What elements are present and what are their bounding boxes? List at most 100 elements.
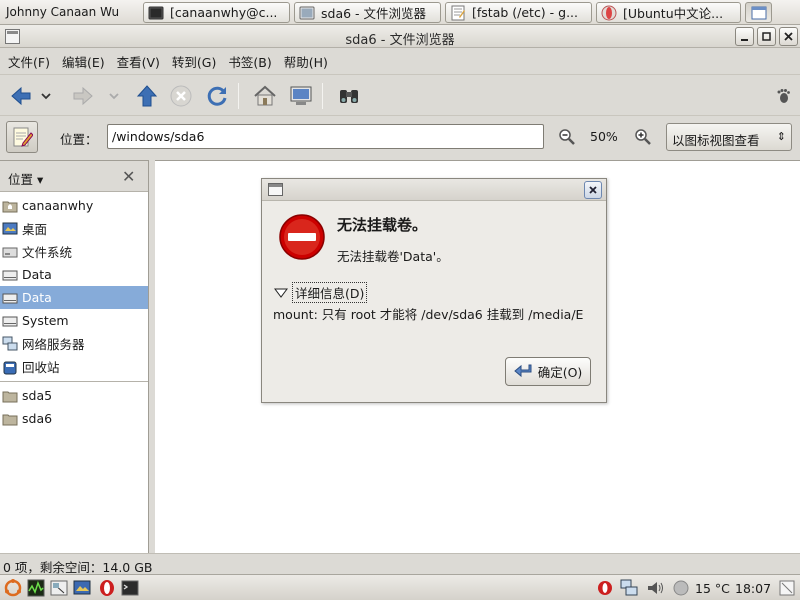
bottom-panel: 15 °C 18:07 xyxy=(0,574,800,600)
details-text: mount: 只有 root 才能将 /dev/sda6 挂载到 /media/… xyxy=(273,307,584,322)
sidebar-item-system[interactable]: System xyxy=(0,309,148,332)
minimize-icon xyxy=(741,39,748,41)
up-button[interactable] xyxy=(134,83,160,109)
sidebar-item-label: 网络服务器 xyxy=(22,337,85,352)
view-mode-select[interactable]: 以图标视图查看 ⇕ xyxy=(666,123,792,151)
side-pane-selector[interactable]: 位置 ▾ xyxy=(8,169,43,188)
task-terminal[interactable]: [canaanwhy@c... xyxy=(143,2,290,23)
toolbar-separator xyxy=(322,83,323,109)
zoom-in-button[interactable] xyxy=(633,127,653,147)
details-expander[interactable]: 详细信息(D) xyxy=(274,282,368,303)
forward-history-button[interactable] xyxy=(106,83,122,109)
network-manager-icon[interactable] xyxy=(596,579,614,597)
task-label: [canaanwhy@c... xyxy=(170,5,278,20)
back-button[interactable] xyxy=(8,83,34,109)
window-title: sda6 - 文件浏览器 xyxy=(345,33,455,48)
triangle-down-icon xyxy=(274,288,288,298)
home-button[interactable] xyxy=(252,83,278,109)
location-input[interactable] xyxy=(107,124,544,149)
opera-browser-icon[interactable] xyxy=(98,579,116,597)
ok-button[interactable]: 确定(O) xyxy=(505,357,591,386)
drive-icon xyxy=(2,316,18,326)
edit-note-icon xyxy=(13,127,33,147)
view-mode-label: 以图标视图查看 xyxy=(672,133,760,148)
network-status-icon[interactable] xyxy=(620,579,638,597)
sidebar-item-label: Data xyxy=(22,290,52,305)
user-name[interactable]: Johnny Canaan Wu xyxy=(6,5,119,19)
desktop-launcher-icon[interactable] xyxy=(73,579,91,597)
side-pane: 位置 ▾ ✕ canaanwhy 桌面 文件系统 Data Data Syste… xyxy=(0,160,149,553)
maximize-button[interactable] xyxy=(757,27,776,46)
forward-button[interactable] xyxy=(70,83,96,109)
terminal-launcher-icon[interactable] xyxy=(121,579,139,597)
file-browser-icon xyxy=(299,6,315,19)
web-browser-icon xyxy=(601,5,617,20)
zoom-out-button[interactable] xyxy=(557,127,577,147)
stop-icon xyxy=(170,85,192,107)
dialog-close-button[interactable] xyxy=(584,181,602,199)
reload-button[interactable] xyxy=(204,83,230,109)
trash-applet-icon[interactable] xyxy=(778,579,796,597)
dialog-primary-text: 无法挂载卷。 xyxy=(337,216,428,234)
back-arrow-icon xyxy=(11,86,31,106)
sidebar-item-data-selected[interactable]: Data xyxy=(0,286,148,309)
system-monitor-icon[interactable] xyxy=(27,579,45,597)
sidebar-item-trash[interactable]: 回收站 xyxy=(0,355,148,378)
computer-button[interactable] xyxy=(288,83,314,109)
activity-indicator xyxy=(772,83,794,109)
sidebar-item-sda6[interactable]: sda6 xyxy=(0,407,148,430)
network-icon xyxy=(2,336,18,350)
ubuntu-logo-icon[interactable] xyxy=(4,579,22,597)
menu-edit[interactable]: 编辑(E) xyxy=(56,52,111,71)
top-panel: Johnny Canaan Wu [canaanwhy@c... sda6 - … xyxy=(0,0,800,25)
task-web-browser[interactable]: [Ubuntu中文论... xyxy=(596,2,741,23)
up-arrow-icon xyxy=(136,85,158,107)
screenshot-tool-icon[interactable] xyxy=(50,579,68,597)
sidebar-item-desktop[interactable]: 桌面 xyxy=(0,217,148,240)
temperature[interactable]: 15 °C xyxy=(695,581,730,596)
clock[interactable]: 18:07 xyxy=(735,581,771,596)
dialog-titlebar[interactable] xyxy=(262,179,606,201)
close-icon xyxy=(589,186,597,194)
ok-label: 确定(O) xyxy=(537,365,583,380)
trash-icon xyxy=(3,361,17,374)
sidebar-item-network[interactable]: 网络服务器 xyxy=(0,332,148,355)
sidebar-item-label: Data xyxy=(22,267,52,282)
drive-icon xyxy=(2,270,18,280)
back-history-button[interactable] xyxy=(38,83,54,109)
mount-error-dialog: 无法挂载卷。 无法挂载卷'Data'。 详细信息(D) mount: 只有 ro… xyxy=(261,178,607,403)
toggle-location-entry-button[interactable] xyxy=(6,121,38,153)
window-titlebar[interactable]: sda6 - 文件浏览器 xyxy=(0,25,800,48)
weather-icon[interactable] xyxy=(672,579,690,597)
menu-view[interactable]: 查看(V) xyxy=(111,52,166,71)
task-file-browser[interactable]: sda6 - 文件浏览器 xyxy=(294,2,441,23)
menu-bookmarks[interactable]: 书签(B) xyxy=(222,52,277,71)
toolbar xyxy=(0,74,800,116)
status-bar: 0 项，剩余空间：14.0 GB xyxy=(0,553,800,575)
sidebar-item-data[interactable]: Data xyxy=(0,263,148,286)
folder-icon xyxy=(2,414,18,425)
side-pane-header: 位置 ▾ ✕ xyxy=(0,161,148,192)
sidebar-item-sda5[interactable]: sda5 xyxy=(0,384,148,407)
stop-button[interactable] xyxy=(168,83,194,109)
sidebar-item-filesystem[interactable]: 文件系统 xyxy=(0,240,148,263)
close-side-pane-icon[interactable]: ✕ xyxy=(122,167,135,186)
menu-help[interactable]: 帮助(H) xyxy=(278,52,334,71)
search-button[interactable] xyxy=(336,83,362,109)
sidebar-item-home[interactable]: canaanwhy xyxy=(0,194,148,217)
menu-go[interactable]: 转到(G) xyxy=(166,52,222,71)
gnome-foot-icon xyxy=(777,89,790,103)
error-icon xyxy=(279,214,325,260)
folder-icon xyxy=(2,391,18,402)
reload-icon xyxy=(207,86,227,106)
menu-file[interactable]: 文件(F) xyxy=(2,52,56,71)
show-desktop-button[interactable] xyxy=(745,2,772,23)
dialog-window-icon xyxy=(268,183,283,196)
close-window-button[interactable] xyxy=(779,27,798,46)
minimize-button[interactable] xyxy=(735,27,754,46)
task-text-editor[interactable]: [fstab (/etc) - g... xyxy=(445,2,592,23)
binoculars-icon xyxy=(340,90,358,103)
volume-icon[interactable] xyxy=(646,579,664,597)
side-divider xyxy=(0,381,148,382)
sidebar-item-label: 文件系统 xyxy=(22,245,73,260)
